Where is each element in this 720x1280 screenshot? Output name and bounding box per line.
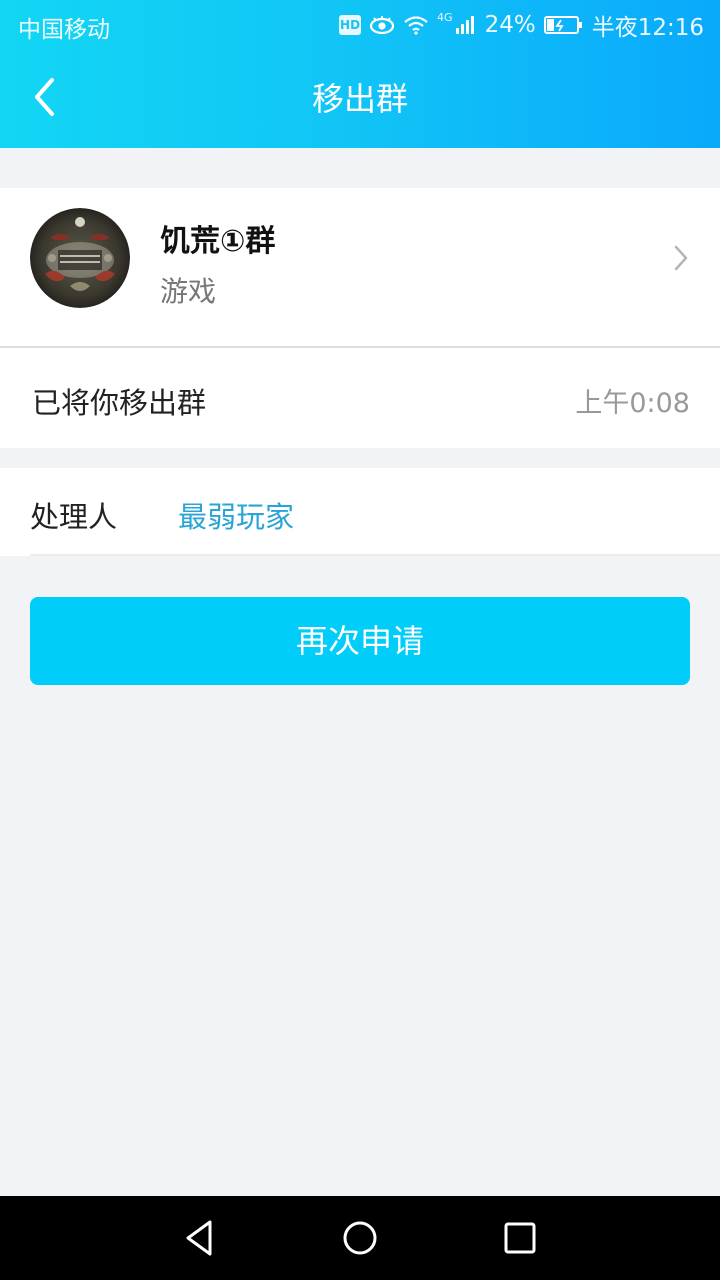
status-bar: 中国移动 HD 4G 24% 半夜12:16: [0, 0, 720, 50]
circle-home-icon: [343, 1221, 377, 1255]
nav-home-button[interactable]: [338, 1216, 382, 1260]
triangle-back-icon: [186, 1220, 212, 1256]
removal-message-row: 已将你移出群 上午0:08: [0, 348, 720, 448]
group-name: 饥荒①群: [160, 224, 276, 259]
header: 中国移动 HD 4G 24% 半夜12:16 移出群: [0, 0, 720, 148]
removal-time: 上午0:08: [575, 388, 690, 419]
battery-charging-icon: [543, 15, 584, 35]
signal-icon: [455, 15, 477, 35]
group-card[interactable]: 饥荒①群 游戏: [0, 188, 720, 348]
group-category: 游戏: [160, 275, 217, 308]
title-bar: 移出群: [0, 50, 720, 148]
square-recent-icon: [504, 1222, 536, 1254]
handler-divider: [30, 554, 720, 556]
handler-label: 处理人: [30, 500, 118, 534]
wifi-icon: [403, 15, 429, 35]
handler-row: 处理人 最弱玩家: [0, 468, 720, 556]
navigation-bar: [0, 1196, 720, 1280]
nav-recent-button[interactable]: [498, 1216, 542, 1260]
clock: 半夜12:16: [591, 15, 704, 41]
battery-percent: 24%: [484, 12, 536, 38]
hd-icon: HD: [339, 15, 362, 35]
carrier-label: 中国移动: [18, 17, 110, 43]
reapply-button[interactable]: 再次申请: [30, 597, 690, 685]
eye-icon: [369, 15, 395, 35]
status-icons: HD 4G 24% 半夜12:16: [339, 8, 704, 42]
page-title: 移出群: [311, 80, 408, 118]
handler-name-link[interactable]: 最弱玩家: [178, 494, 294, 536]
chevron-right-icon: [674, 245, 688, 271]
nav-back-button[interactable]: [178, 1216, 222, 1260]
group-avatar: [30, 208, 130, 308]
removal-message: 已将你移出群: [32, 386, 207, 420]
network-type-label: 4G: [437, 10, 453, 24]
